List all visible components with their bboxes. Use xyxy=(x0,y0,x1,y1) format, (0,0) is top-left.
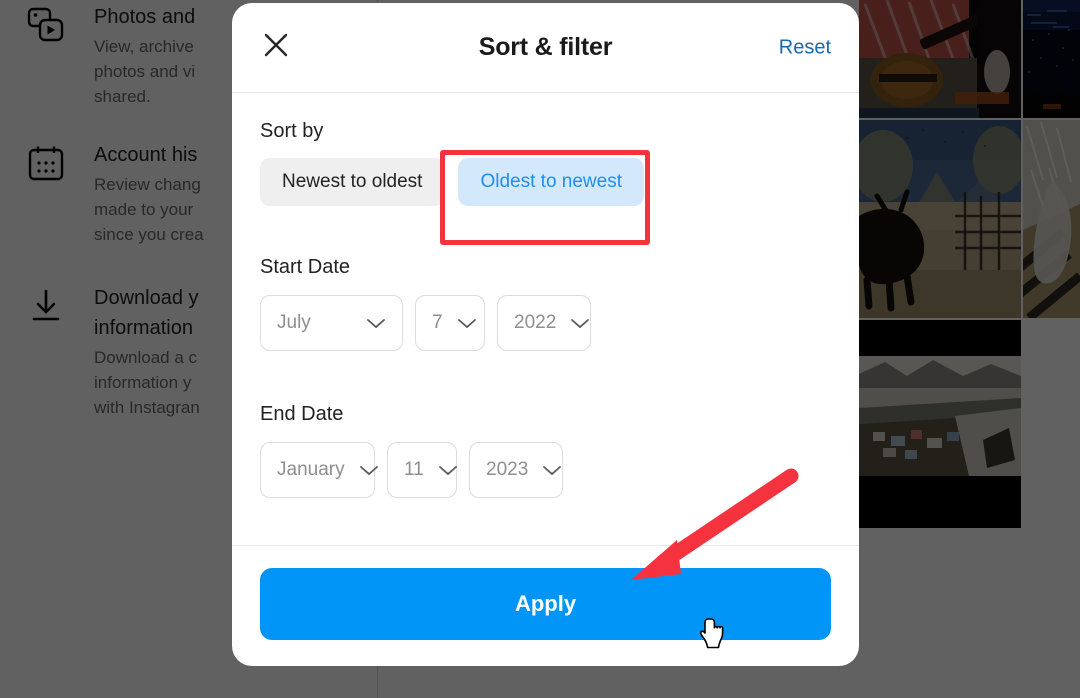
chevron-down-icon xyxy=(457,317,477,329)
sort-option-newest-to-oldest[interactable]: Newest to oldest xyxy=(260,158,445,206)
start-date-year-select[interactable]: 2022 xyxy=(497,295,591,351)
chevron-down-icon xyxy=(542,464,562,476)
apply-button[interactable]: Apply xyxy=(260,568,831,640)
reset-button[interactable]: Reset xyxy=(779,36,831,59)
end-date-year-value: 2023 xyxy=(486,459,529,480)
end-date-label: End Date xyxy=(260,403,344,425)
start-date-year-value: 2022 xyxy=(514,312,557,333)
start-date-day-value: 7 xyxy=(432,312,443,333)
sort-filter-dialog: Sort & filter Reset Sort by Newest to ol… xyxy=(232,3,859,666)
dialog-body: Sort by Newest to oldest Oldest to newes… xyxy=(232,93,859,545)
chevron-down-icon xyxy=(366,317,386,329)
chevron-down-icon xyxy=(359,464,379,476)
start-date-day-select[interactable]: 7 xyxy=(415,295,485,351)
chevron-down-icon xyxy=(438,464,458,476)
start-date-row: July 7 2022 xyxy=(260,295,591,351)
end-date-day-select[interactable]: 11 xyxy=(387,442,457,498)
end-date-year-select[interactable]: 2023 xyxy=(469,442,563,498)
sort-options-group: Newest to oldest Oldest to newest xyxy=(260,158,644,206)
start-date-month-value: July xyxy=(277,312,311,333)
close-icon xyxy=(260,29,292,66)
sort-by-label: Sort by xyxy=(260,120,324,142)
dialog-footer: Apply xyxy=(232,545,859,666)
end-date-month-select[interactable]: January xyxy=(260,442,378,498)
dialog-header: Sort & filter Reset xyxy=(232,3,859,93)
start-date-month-select[interactable]: July xyxy=(260,295,403,351)
dialog-title: Sort & filter xyxy=(478,33,613,61)
chevron-down-icon xyxy=(570,317,590,329)
end-date-month-value: January xyxy=(277,459,345,480)
sort-option-oldest-to-newest[interactable]: Oldest to newest xyxy=(458,158,644,206)
end-date-day-value: 11 xyxy=(404,459,424,480)
start-date-label: Start Date xyxy=(260,256,351,278)
screen: Photos and View, archive photos and vi s… xyxy=(0,0,1080,698)
close-button[interactable] xyxy=(258,30,294,66)
end-date-row: January 11 2023 xyxy=(260,442,563,498)
